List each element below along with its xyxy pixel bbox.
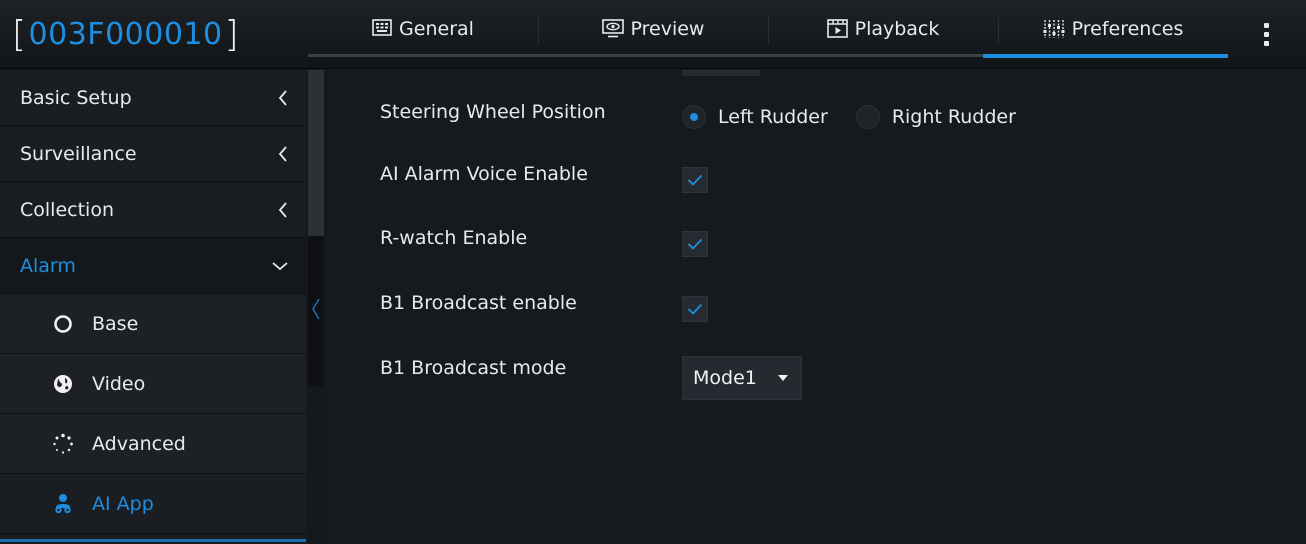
tab-preview-label: Preview bbox=[630, 18, 705, 40]
chevron-left-icon bbox=[278, 201, 288, 218]
dotted-circle-icon bbox=[52, 433, 74, 455]
checkmark-icon bbox=[687, 238, 703, 250]
tab-playback-label: Playback bbox=[854, 18, 940, 40]
tab-preferences[interactable]: Preferences bbox=[998, 8, 1228, 52]
tab-active-indicator bbox=[983, 54, 1228, 58]
tab-general-label: General bbox=[399, 18, 474, 40]
r-watch-label: R-watch Enable bbox=[380, 227, 528, 249]
chevron-left-icon bbox=[278, 89, 288, 106]
sidebar-item-collection[interactable]: Collection bbox=[0, 182, 306, 238]
sidebar-collapse-handle[interactable] bbox=[308, 236, 324, 386]
scrolled-field-edge bbox=[682, 70, 760, 76]
sliders-icon bbox=[1043, 19, 1065, 39]
ai-alarm-voice-label: AI Alarm Voice Enable bbox=[380, 163, 588, 185]
collapse-arrow-icon bbox=[311, 298, 321, 324]
device-id-bracket-open: [ bbox=[12, 13, 27, 55]
steering-wheel-label: Steering Wheel Position bbox=[380, 101, 606, 123]
monitor-eye-icon bbox=[601, 19, 624, 38]
sidebar-item-alarm[interactable]: Alarm bbox=[0, 238, 306, 294]
radio-left-rudder-label: Left Rudder bbox=[718, 106, 828, 128]
dropdown-arrow-icon bbox=[778, 375, 788, 381]
sidebar-item-label: Basic Setup bbox=[20, 86, 132, 109]
top-bar: [ 003F000010 ] General Preview Playback … bbox=[0, 0, 1306, 69]
radio-selected-icon bbox=[682, 105, 706, 129]
sidebar-subitem-base[interactable]: Base bbox=[0, 294, 306, 354]
ai-alarm-voice-checkbox[interactable] bbox=[682, 167, 708, 193]
checkmark-icon bbox=[687, 174, 703, 186]
main-tabs: General Preview Playback Preferences bbox=[308, 8, 1228, 60]
sidebar-item-label: Collection bbox=[20, 198, 114, 221]
settings-panel: Steering Wheel Position Left Rudder Righ… bbox=[326, 70, 1306, 544]
sidebar: Basic Setup Surveillance Collection Alar… bbox=[0, 70, 306, 544]
sidebar-bottom-line bbox=[0, 539, 306, 542]
radio-left-rudder[interactable]: Left Rudder bbox=[682, 105, 828, 129]
app-window: [ 003F000010 ] General Preview Playback … bbox=[0, 0, 1306, 544]
keyboard-icon bbox=[372, 19, 392, 36]
b1-broadcast-row: B1 Broadcast enable bbox=[380, 283, 1280, 323]
sidebar-subitem-label: Base bbox=[92, 312, 139, 335]
device-id-value: 003F000010 bbox=[28, 16, 223, 52]
sidebar-item-label: Alarm bbox=[20, 254, 76, 277]
checkmark-icon bbox=[687, 303, 703, 315]
b1-broadcast-label: B1 Broadcast enable bbox=[380, 292, 577, 314]
b1-broadcast-mode-row: B1 Broadcast mode Mode1 bbox=[380, 348, 1280, 400]
more-menu-icon[interactable] bbox=[1256, 14, 1276, 54]
sidebar-subitem-video[interactable]: Video bbox=[0, 354, 306, 414]
device-id-bracket-close: ] bbox=[224, 13, 240, 55]
sidebar-item-basic-setup[interactable]: Basic Setup bbox=[0, 70, 306, 126]
chevron-down-icon bbox=[272, 261, 288, 271]
tab-preferences-label: Preferences bbox=[1071, 18, 1184, 40]
r-watch-row: R-watch Enable bbox=[380, 218, 1280, 258]
radio-right-rudder[interactable]: Right Rudder bbox=[855, 105, 1016, 129]
circle-outline-icon bbox=[52, 313, 74, 335]
sidebar-subitem-ai-app[interactable]: AI App bbox=[0, 474, 306, 534]
b1-broadcast-mode-value: Mode1 bbox=[693, 367, 757, 389]
b1-broadcast-mode-label: B1 Broadcast mode bbox=[380, 357, 567, 379]
steering-wheel-row: Steering Wheel Position Left Rudder Righ… bbox=[380, 92, 1280, 132]
sidebar-subitem-label: Advanced bbox=[92, 432, 186, 455]
sidebar-subitem-label: Video bbox=[92, 372, 146, 395]
tab-preview[interactable]: Preview bbox=[538, 8, 768, 52]
ai-alarm-voice-row: AI Alarm Voice Enable bbox=[380, 154, 1280, 194]
chevron-left-icon bbox=[278, 145, 288, 162]
sidebar-subitem-label: AI App bbox=[92, 492, 154, 515]
sidebar-item-surveillance[interactable]: Surveillance bbox=[0, 126, 306, 182]
film-play-icon bbox=[826, 19, 848, 38]
tab-playback[interactable]: Playback bbox=[768, 8, 998, 52]
sidebar-item-label: Surveillance bbox=[20, 142, 137, 165]
r-watch-checkbox[interactable] bbox=[682, 231, 708, 257]
b1-broadcast-checkbox[interactable] bbox=[682, 296, 708, 322]
sidebar-scrollbar-thumb[interactable] bbox=[308, 70, 324, 236]
user-group-icon bbox=[52, 493, 74, 515]
globe-icon bbox=[52, 373, 74, 395]
sidebar-subitem-advanced[interactable]: Advanced bbox=[0, 414, 306, 474]
tab-general[interactable]: General bbox=[308, 8, 538, 52]
radio-unselected-icon bbox=[855, 105, 880, 129]
b1-broadcast-mode-select[interactable]: Mode1 bbox=[682, 356, 802, 400]
device-id: [ 003F000010 ] bbox=[12, 10, 239, 58]
steering-wheel-radio-group: Left Rudder Right Rudder bbox=[682, 105, 1044, 129]
radio-right-rudder-label: Right Rudder bbox=[891, 106, 1016, 128]
